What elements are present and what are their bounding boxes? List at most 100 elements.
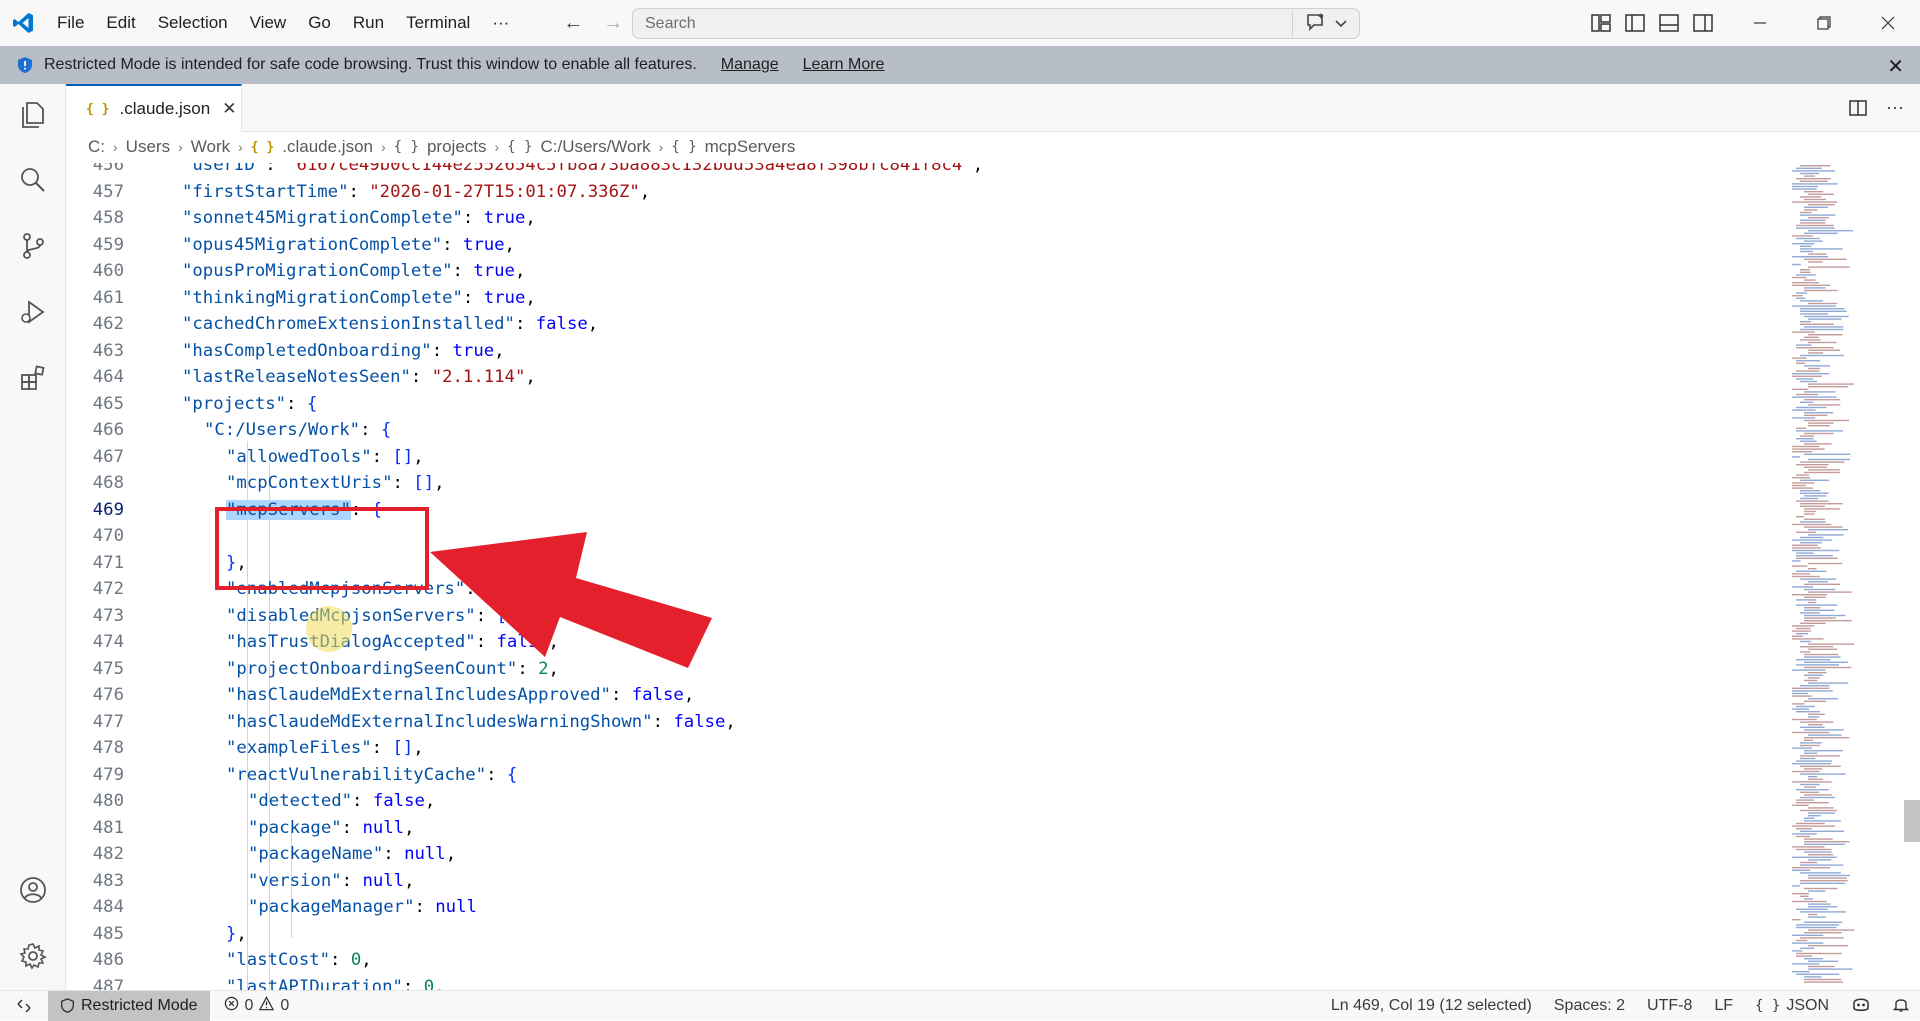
line-number: 466: [92, 420, 124, 440]
minimap-line: [1792, 703, 1805, 705]
json-braces-icon: { }: [1755, 998, 1781, 1014]
code-line[interactable]: 460 "opusProMigrationComplete": true,: [66, 258, 1766, 284]
vertical-scrollbar[interactable]: [1904, 800, 1920, 842]
breadcrumb-path[interactable]: C:/Users/Work: [540, 137, 650, 157]
code-line[interactable]: 481 "package": null,: [66, 815, 1766, 841]
menu-go[interactable]: Go: [297, 0, 342, 46]
customize-layout-icon[interactable]: [1590, 12, 1612, 34]
code-line[interactable]: 476 "hasClaudeMdExternalIncludesApproved"…: [66, 682, 1766, 708]
line-number: 468: [92, 473, 124, 493]
manage-link[interactable]: Manage: [721, 56, 779, 74]
code-line[interactable]: 486 "lastCost": 0,: [66, 947, 1766, 973]
code-line[interactable]: 457 "firstStartTime": "2026-01-27T15:01:0…: [66, 179, 1766, 205]
minimize-icon[interactable]: [1728, 0, 1792, 46]
explorer-icon[interactable]: [17, 98, 49, 130]
line-number: 475: [92, 658, 124, 679]
code-line[interactable]: 487 "lastAPIDuration": 0,: [66, 974, 1766, 991]
code-line[interactable]: 484 "packageManager": null: [66, 894, 1766, 920]
extensions-icon[interactable]: [17, 362, 49, 394]
code-line[interactable]: 485},: [66, 921, 1766, 947]
account-icon[interactable]: [17, 874, 49, 906]
close-icon[interactable]: ✕: [1887, 54, 1904, 79]
more-actions-icon[interactable]: ···: [1886, 98, 1904, 123]
minimap-line: [1792, 856, 1837, 858]
minimap-line: [1808, 913, 1818, 916]
minimap-line: [1800, 245, 1812, 247]
code-line[interactable]: 466 "C:/Users/Work": {: [66, 417, 1766, 443]
code-line[interactable]: 475 "projectOnboardingSeenCount": 2,: [66, 656, 1766, 682]
source-control-icon[interactable]: [17, 230, 49, 262]
menu-edit[interactable]: Edit: [95, 0, 146, 46]
code-line[interactable]: 465 "projects": {: [66, 391, 1766, 417]
toggle-primary-sidebar-icon[interactable]: [1624, 12, 1646, 34]
search-input[interactable]: Search: [632, 8, 1360, 39]
toggle-panel-icon[interactable]: [1658, 12, 1680, 34]
menu-file[interactable]: File: [46, 0, 95, 46]
run-debug-icon[interactable]: [17, 296, 49, 328]
minimap-line: [1792, 942, 1824, 944]
settings-gear-icon[interactable]: [17, 940, 49, 972]
shield-icon: [16, 56, 34, 74]
indentation[interactable]: Spaces: 2: [1543, 997, 1636, 1015]
breadcrumb-projects[interactable]: projects: [427, 137, 487, 157]
code-line[interactable]: 482 "packageName": null,: [66, 841, 1766, 867]
minimap-line: [1808, 458, 1850, 461]
menu-more[interactable]: ···: [481, 0, 520, 46]
menu-run[interactable]: Run: [342, 0, 395, 46]
breadcrumb-file[interactable]: .claude.json: [282, 137, 373, 157]
code-line[interactable]: 479 "reactVulnerabilityCache": {: [66, 762, 1766, 788]
close-icon[interactable]: ✕: [222, 99, 236, 119]
tab-claude-json[interactable]: { } .claude.json ✕: [66, 84, 242, 132]
minimap-line: [1804, 752, 1818, 754]
code-line[interactable]: 478 "exampleFiles": [],: [66, 735, 1766, 761]
learn-more-link[interactable]: Learn More: [803, 56, 885, 74]
vscode-logo-icon: [0, 0, 46, 46]
restricted-mode-status[interactable]: Restricted Mode: [48, 990, 210, 1021]
code-line[interactable]: 459 "opus45MigrationComplete": true,: [66, 232, 1766, 258]
language-mode[interactable]: { } JSON: [1744, 997, 1840, 1015]
minimap-line: [1804, 453, 1851, 455]
code-line[interactable]: 480 "detected": false,: [66, 788, 1766, 814]
menu-selection[interactable]: Selection: [147, 0, 239, 46]
restore-icon[interactable]: [1792, 0, 1856, 46]
code-line[interactable]: 462 "cachedChromeExtensionInstalled": fal…: [66, 311, 1766, 337]
code-line[interactable]: 468 "mcpContextUris": [],: [66, 470, 1766, 496]
code-line[interactable]: 456 "userID": "6167ce49b0cc144e2552654c5f…: [66, 163, 1766, 178]
copilot-icon[interactable]: [1840, 995, 1882, 1018]
minimap[interactable]: [1786, 163, 1906, 990]
problems-indicator[interactable]: 0 0: [224, 995, 289, 1016]
breadcrumb-drive[interactable]: C:: [88, 137, 105, 157]
cursor-position[interactable]: Ln 469, Col 19 (12 selected): [1320, 997, 1543, 1015]
forward-arrow-icon[interactable]: →: [600, 10, 626, 36]
code-line[interactable]: 463 "hasCompletedOnboarding": true,: [66, 338, 1766, 364]
chat-icon[interactable]: [1305, 12, 1327, 37]
code-line[interactable]: 464 "lastReleaseNotesSeen": "2.1.114",: [66, 364, 1766, 390]
menu-terminal[interactable]: Terminal: [395, 0, 481, 46]
breadcrumb-users[interactable]: Users: [126, 137, 170, 157]
code-line[interactable]: 467 "allowedTools": [],: [66, 444, 1766, 470]
split-editor-icon[interactable]: [1848, 98, 1868, 123]
remote-icon[interactable]: [0, 991, 48, 1021]
minimap-line: [1808, 929, 1855, 931]
search-icon[interactable]: [17, 164, 49, 196]
code-line[interactable]: 477 "hasClaudeMdExternalIncludesWarningSh…: [66, 709, 1766, 735]
minimap-line: [1792, 781, 1832, 783]
minimap-line: [1808, 903, 1831, 905]
notifications-bell-icon[interactable]: [1882, 995, 1920, 1018]
line-number: 482: [92, 844, 124, 864]
back-arrow-icon[interactable]: ←: [560, 10, 586, 36]
minimap-line: [1792, 477, 1811, 479]
chevron-down-icon[interactable]: [1335, 15, 1347, 33]
code-line[interactable]: 461 "thinkingMigrationComplete": true,: [66, 285, 1766, 311]
toggle-secondary-sidebar-icon[interactable]: [1692, 12, 1714, 34]
minimap-line: [1796, 599, 1817, 601]
close-window-icon[interactable]: [1856, 0, 1920, 46]
code-line[interactable]: 458 "sonnet45MigrationComplete": true,: [66, 205, 1766, 231]
menu-view[interactable]: View: [239, 0, 298, 46]
breadcrumb-work[interactable]: Work: [191, 137, 230, 157]
line-number: 461: [92, 287, 124, 308]
end-of-line[interactable]: LF: [1703, 997, 1744, 1015]
code-line[interactable]: 483 "version": null,: [66, 868, 1766, 894]
encoding[interactable]: UTF-8: [1636, 997, 1703, 1015]
breadcrumb-mcp-servers[interactable]: mcpServers: [705, 137, 796, 157]
